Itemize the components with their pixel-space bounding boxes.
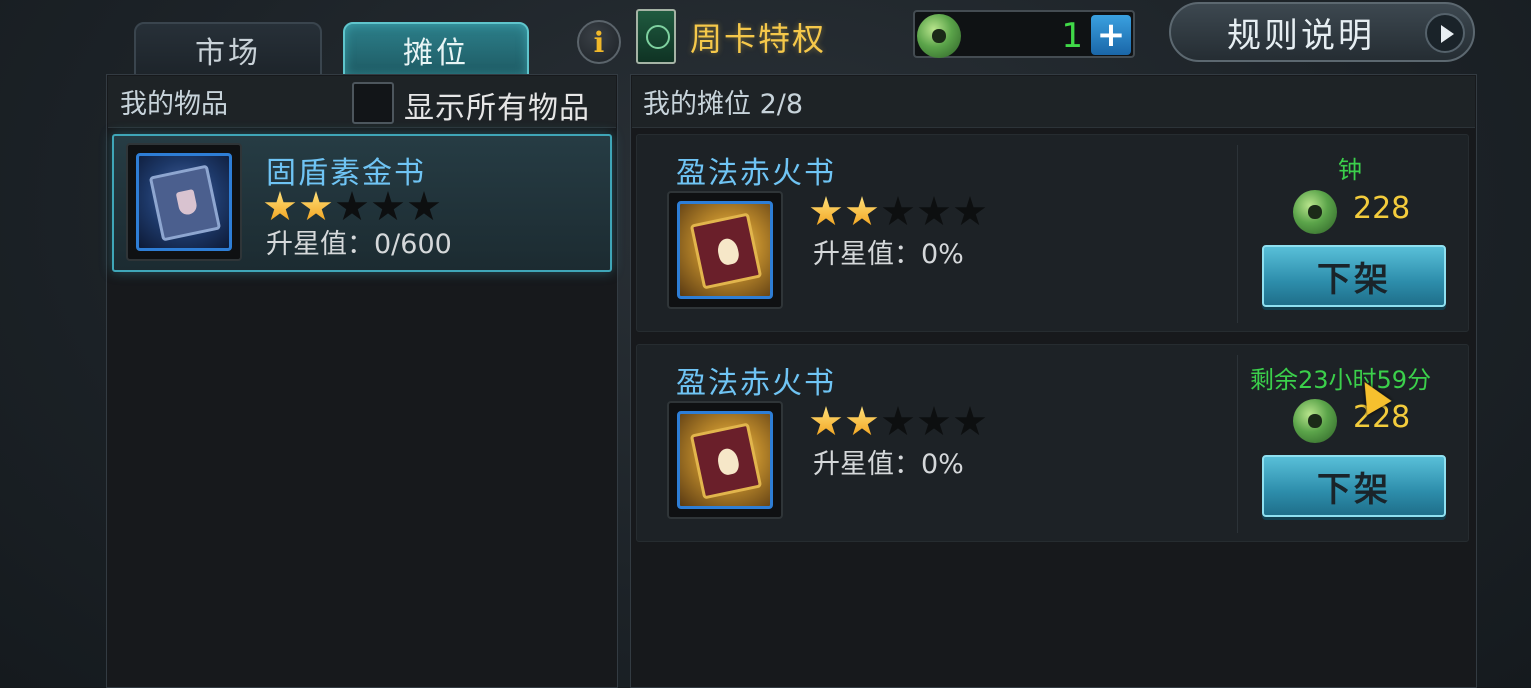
rules-button[interactable]: 规则说明 bbox=[1169, 2, 1475, 62]
star-rating bbox=[810, 406, 986, 438]
star-icon bbox=[810, 196, 842, 226]
play-arrow-icon bbox=[1425, 13, 1465, 53]
listing-name: 盈法赤火书 bbox=[676, 366, 836, 401]
listing-price: 228 bbox=[1353, 191, 1411, 226]
star-icon bbox=[408, 191, 440, 221]
delist-button[interactable]: 下架 bbox=[1262, 245, 1446, 307]
book-icon bbox=[677, 201, 773, 299]
item-slot[interactable] bbox=[126, 143, 242, 261]
star-icon bbox=[918, 196, 950, 226]
item-name: 固盾素金书 bbox=[266, 156, 426, 191]
star-icon bbox=[264, 191, 296, 221]
my-stall-title: 我的摊位 2/8 bbox=[632, 76, 1475, 128]
item-slot[interactable] bbox=[667, 191, 783, 309]
star-icon bbox=[846, 196, 878, 226]
item-slot[interactable] bbox=[667, 401, 783, 519]
star-icon bbox=[846, 406, 878, 436]
delist-button[interactable]: 下架 bbox=[1262, 455, 1446, 517]
upstar-value: 升星值：0/600 bbox=[266, 229, 452, 260]
jade-coin-icon bbox=[1293, 399, 1337, 443]
star-rating bbox=[810, 196, 986, 228]
star-icon bbox=[882, 406, 914, 436]
listing-status: 剩余23小时59分 bbox=[1250, 366, 1432, 394]
currency-bar: 1 + bbox=[913, 10, 1135, 58]
upstar-value: 升星值：0% bbox=[813, 239, 964, 270]
upstar-value: 升星值：0% bbox=[813, 449, 964, 480]
info-button[interactable]: i bbox=[577, 20, 621, 64]
star-icon bbox=[918, 406, 950, 436]
show-all-checkbox[interactable] bbox=[352, 82, 394, 124]
jade-coin-icon bbox=[917, 14, 961, 58]
tab-market[interactable]: 市场 bbox=[134, 22, 322, 78]
listing-name: 盈法赤火书 bbox=[676, 156, 836, 191]
star-rating bbox=[264, 191, 440, 223]
star-icon bbox=[300, 191, 332, 221]
listing-status: 钟 bbox=[1338, 156, 1362, 184]
star-icon bbox=[336, 191, 368, 221]
rules-button-label: 规则说明 bbox=[1227, 15, 1375, 56]
info-icon: i bbox=[593, 25, 605, 59]
book-icon bbox=[136, 153, 232, 251]
currency-amount: 1 bbox=[1061, 16, 1083, 56]
star-icon bbox=[954, 196, 986, 226]
weekly-card-icon[interactable] bbox=[636, 9, 676, 64]
star-icon bbox=[954, 406, 986, 436]
top-left-fragment bbox=[0, 0, 160, 6]
add-currency-button[interactable]: + bbox=[1091, 15, 1131, 55]
jade-coin-icon bbox=[1293, 190, 1337, 234]
star-icon bbox=[372, 191, 404, 221]
show-all-label[interactable]: 显示所有物品 bbox=[404, 83, 590, 127]
tab-stall[interactable]: 摊位 bbox=[343, 22, 529, 78]
book-icon bbox=[677, 411, 773, 509]
star-icon bbox=[882, 196, 914, 226]
weekly-card-label[interactable]: 周卡特权 bbox=[690, 14, 826, 60]
star-icon bbox=[810, 406, 842, 436]
